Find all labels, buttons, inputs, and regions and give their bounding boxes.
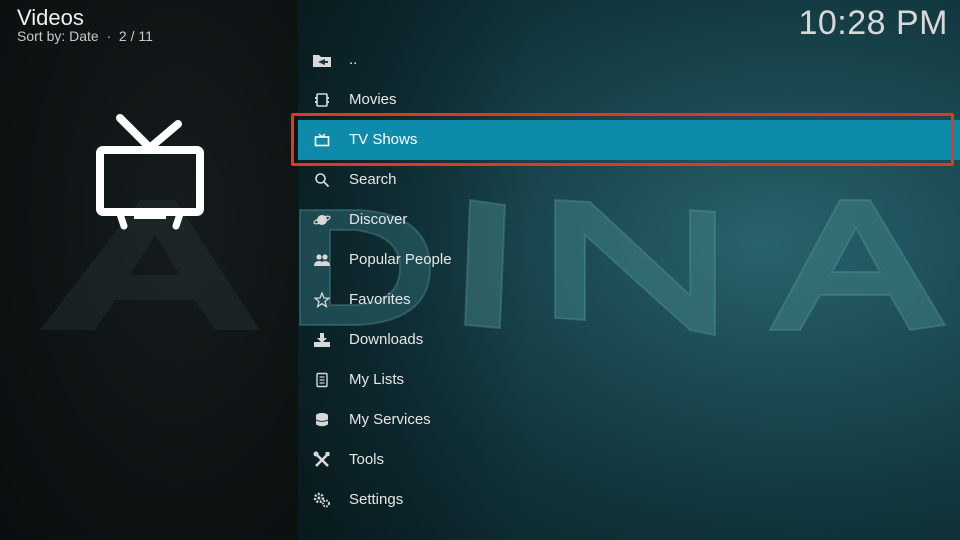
menu-item-label: Tools — [349, 451, 385, 468]
kodi-screen: Videos Sort by: Date · 2 / 11 10:28 PM .… — [0, 0, 960, 540]
menu-list: .. Movies TV Shows Search Discover Popul… — [298, 40, 960, 520]
menu-item-popular-people[interactable]: Popular People — [298, 240, 960, 280]
menu-item-movies[interactable]: Movies — [298, 80, 960, 120]
folder-back-icon — [312, 51, 332, 69]
menu-item-label: TV Shows — [349, 131, 418, 148]
left-panel — [0, 0, 298, 540]
download-icon — [312, 331, 332, 349]
menu-item-label: Downloads — [349, 331, 424, 348]
menu-item-settings[interactable]: Settings — [298, 480, 960, 520]
menu-item-my-lists[interactable]: My Lists — [298, 360, 960, 400]
menu-item-search[interactable]: Search — [298, 160, 960, 200]
clock: 10:28 PM — [798, 4, 948, 42]
people-icon — [312, 251, 332, 269]
menu-item-favorites[interactable]: Favorites — [298, 280, 960, 320]
menu-item-label: My Lists — [349, 371, 405, 388]
tv-icon — [312, 131, 332, 149]
menu-item-label: Favorites — [349, 291, 411, 308]
menu-item-discover[interactable]: Discover — [298, 200, 960, 240]
menu-item-label: .. — [349, 51, 358, 68]
database-icon — [312, 411, 332, 429]
gear-icon — [312, 491, 332, 509]
menu-item-label: My Services — [349, 411, 431, 428]
menu-item-tv-shows[interactable]: TV Shows — [298, 120, 960, 160]
tv-icon — [96, 114, 204, 230]
tools-icon — [312, 451, 332, 469]
menu-item-label: Discover — [349, 211, 408, 228]
menu-item-label: Popular People — [349, 251, 452, 268]
menu-item-label: Settings — [349, 491, 404, 508]
menu-item-tools[interactable]: Tools — [298, 440, 960, 480]
menu-item-parent[interactable]: .. — [298, 40, 960, 80]
search-icon — [312, 171, 332, 189]
planet-icon — [312, 211, 332, 229]
menu-item-my-services[interactable]: My Services — [298, 400, 960, 440]
menu-item-downloads[interactable]: Downloads — [298, 320, 960, 360]
film-icon — [312, 91, 332, 109]
sort-status: Sort by: Date · 2 / 11 — [17, 28, 153, 44]
menu-item-label: Movies — [349, 91, 397, 108]
menu-item-label: Search — [349, 171, 397, 188]
star-icon — [312, 291, 332, 309]
list-icon — [312, 371, 332, 389]
